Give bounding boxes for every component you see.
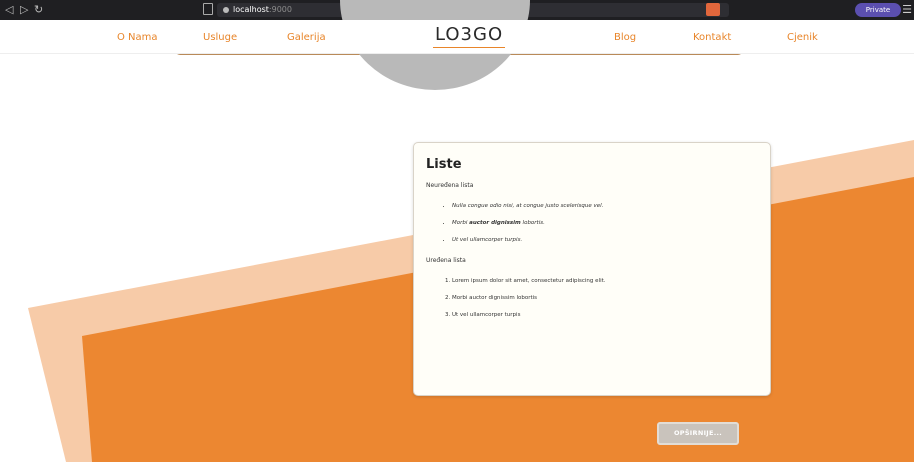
list-item: Morbi auctor dignissim lobortis bbox=[452, 295, 758, 301]
list-item-text: Morbi bbox=[452, 220, 470, 226]
list-item: Ut vel ullamcorper turpis bbox=[452, 312, 758, 318]
ordered-list: Lorem ipsum dolor sit amet, consectetur … bbox=[426, 278, 758, 318]
nav-usluge[interactable]: Usluge bbox=[203, 32, 237, 43]
nav-cjenik[interactable]: Cjenik bbox=[787, 32, 818, 43]
nav-blog[interactable]: Blog bbox=[614, 32, 636, 43]
list-item-text: Nulla congue odio nisi, at congue justo … bbox=[452, 203, 604, 209]
unordered-list-label: Neuređena lista bbox=[426, 182, 474, 189]
list-item: Nulla congue odio nisi, at congue justo … bbox=[452, 203, 758, 209]
nav-o-nama[interactable]: O Nama bbox=[117, 32, 158, 43]
nav-galerija[interactable]: Galerija bbox=[287, 32, 326, 43]
card-title: Liste bbox=[426, 157, 462, 172]
site-logo[interactable]: LO3GO bbox=[433, 25, 506, 48]
lists-card: Liste Neuređena lista Nulla congue odio … bbox=[413, 142, 771, 396]
ordered-list-label: Uređena lista bbox=[426, 257, 466, 264]
list-item: Lorem ipsum dolor sit amet, consectetur … bbox=[452, 278, 758, 284]
list-item: Ut vel ullamcorper turpis. bbox=[452, 237, 758, 243]
list-item-bold-text: auctor dignissim bbox=[469, 220, 521, 226]
site-header: O Nama Usluge Galerija LO3GO Blog Kontak… bbox=[0, 20, 914, 54]
more-button[interactable]: OPŠIRNIJE... bbox=[657, 422, 739, 445]
list-item-text: lobortis. bbox=[520, 220, 545, 226]
list-item-text: Ut vel ullamcorper turpis. bbox=[452, 237, 523, 243]
nav-kontakt[interactable]: Kontakt bbox=[693, 32, 731, 43]
unordered-list: Nulla congue odio nisi, at congue justo … bbox=[426, 203, 758, 243]
list-item: Morbi auctor dignissim lobortis. bbox=[452, 220, 758, 226]
